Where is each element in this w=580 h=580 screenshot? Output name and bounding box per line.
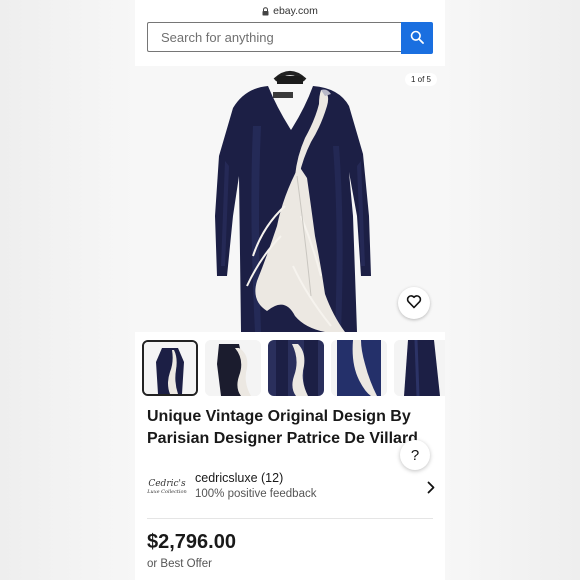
thumbnail-2[interactable] <box>205 340 261 396</box>
price-format: or Best Offer <box>147 558 212 570</box>
seller-logo: Cedric's Luxe Collection <box>147 472 187 502</box>
chevron-right-icon[interactable] <box>427 481 435 499</box>
help-button[interactable]: ? <box>400 440 430 470</box>
listing-title-line-1: Unique Vintage Original Design By <box>147 408 411 425</box>
seller-feedback: 100% positive feedback <box>195 488 317 500</box>
background-right <box>445 0 580 580</box>
search-bar <box>147 22 433 54</box>
url-bar[interactable]: ebay.com <box>135 0 445 22</box>
background-left <box>0 0 135 580</box>
main-product-image[interactable]: 1 of 5 <box>135 66 445 332</box>
listing-title: Unique Vintage Original Design By Parisi… <box>147 406 439 450</box>
thumbnail-strip <box>135 338 445 400</box>
phone-screen: ebay.com Search for anything 1 of 5 Uniq… <box>135 0 445 580</box>
search-button[interactable] <box>401 22 433 54</box>
seller-logo-line-2: Luxe Collection <box>147 488 187 495</box>
seller-info[interactable]: Cedric's Luxe Collection cedricsluxe (12… <box>147 470 437 506</box>
thumbnail-3[interactable] <box>268 340 324 396</box>
image-counter: 1 of 5 <box>404 73 437 86</box>
listing-title-line-2: Parisian Designer Patrice De Villard <box>147 430 418 447</box>
lock-icon <box>262 7 269 16</box>
heart-icon <box>406 294 422 312</box>
url-domain: ebay.com <box>273 5 318 17</box>
dress-image <box>135 66 445 332</box>
thumbnail-5[interactable] <box>394 340 445 396</box>
search-input[interactable] <box>147 22 401 52</box>
seller-name[interactable]: cedricsluxe (12) <box>195 471 283 485</box>
price: $2,796.00 <box>147 531 236 553</box>
seller-logo-line-1: Cedric's <box>148 478 186 489</box>
divider <box>147 518 433 519</box>
thumbnail-1[interactable] <box>142 340 198 396</box>
watch-button[interactable] <box>398 287 430 319</box>
thumbnail-4[interactable] <box>331 340 387 396</box>
search-icon <box>410 30 424 47</box>
